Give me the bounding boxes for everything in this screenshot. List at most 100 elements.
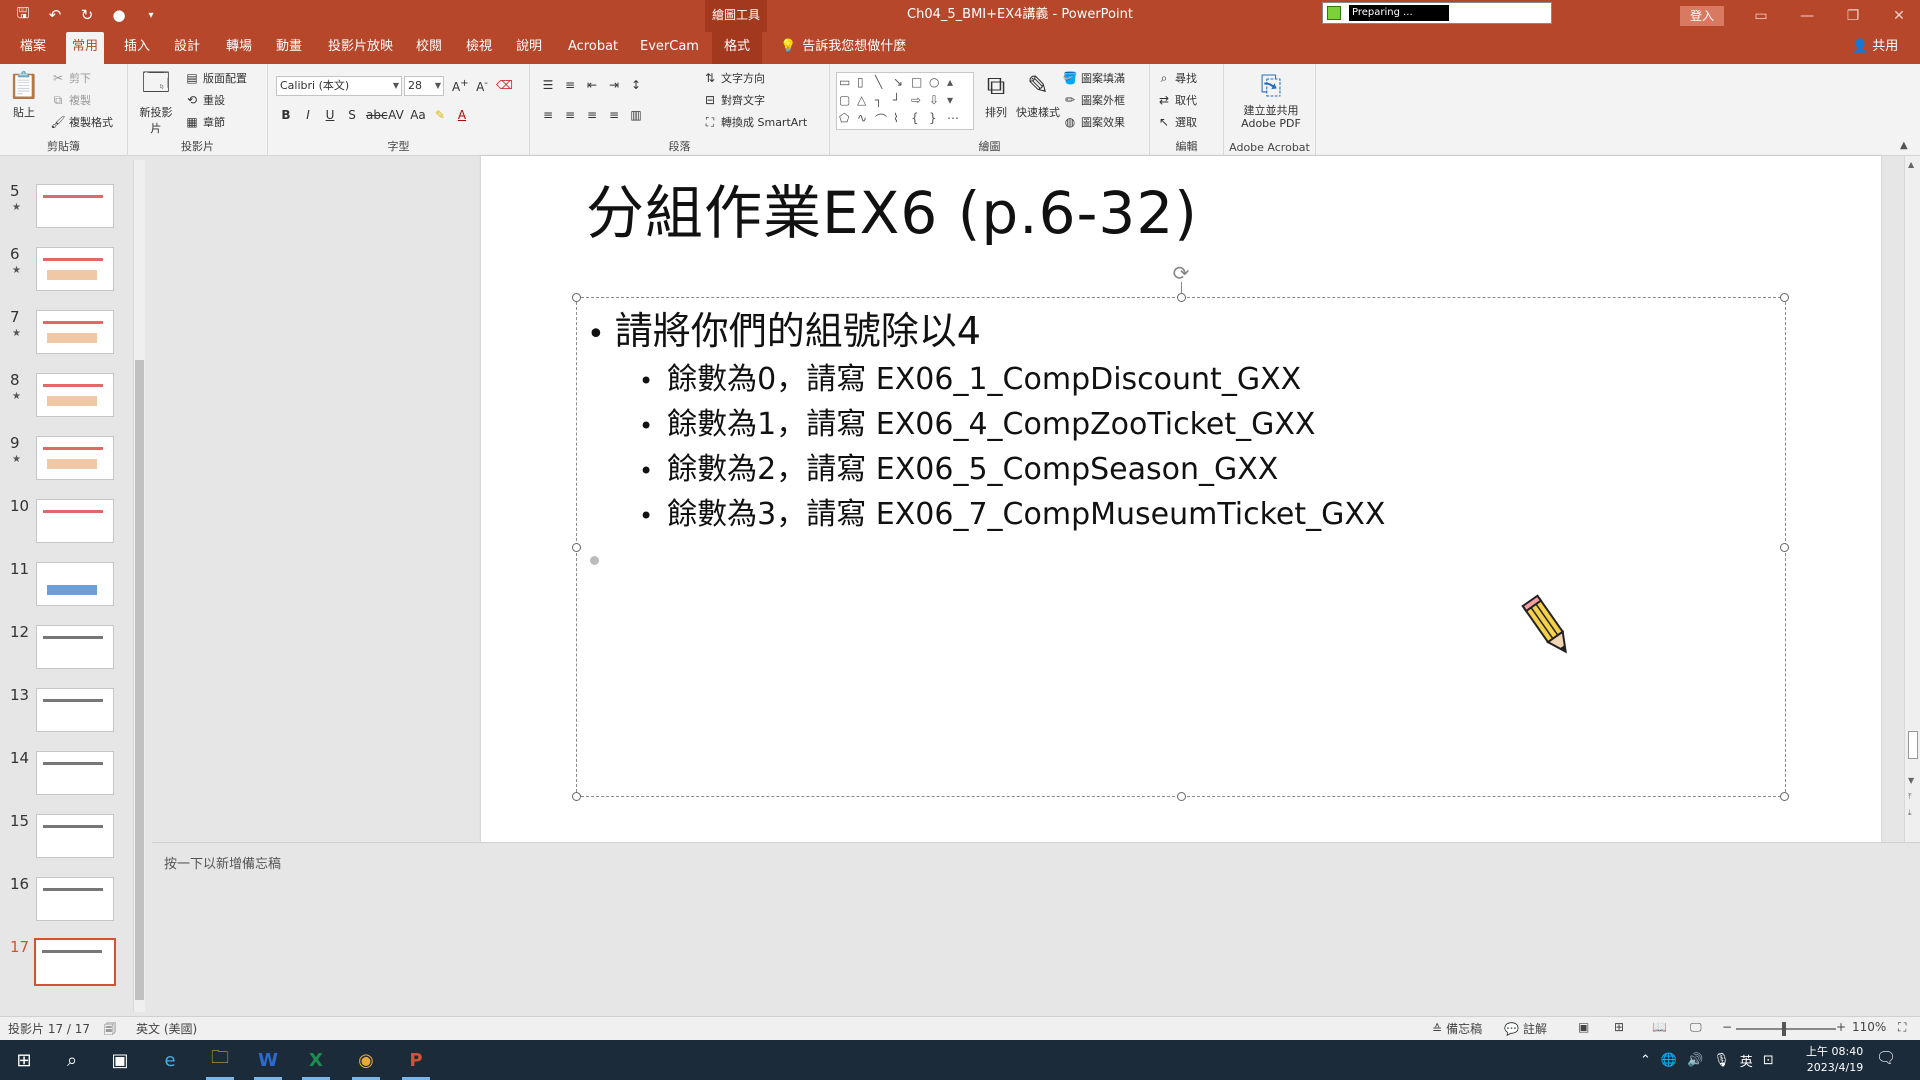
slideshow-view-icon[interactable]: 🖵: [1690, 1020, 1702, 1035]
bullets-icon[interactable]: ☰: [540, 78, 556, 92]
chevron-up-icon[interactable]: ⌃: [1640, 1053, 1651, 1068]
align-center-icon[interactable]: ≡: [562, 108, 578, 122]
shape-outline-button[interactable]: ✏ 圖案外框: [1062, 92, 1125, 108]
select-button[interactable]: ↖ 選取: [1156, 114, 1197, 130]
zoom-slider-track[interactable]: [1736, 1028, 1836, 1030]
vertical-textbox-shape-icon[interactable]: ▯: [857, 75, 875, 93]
cut-button[interactable]: ✂ 剪下: [50, 70, 91, 86]
replace-button[interactable]: ⇄ 取代: [1156, 92, 1197, 108]
volume-icon[interactable]: 🔊: [1687, 1053, 1703, 1068]
paste-button[interactable]: 📋 貼上: [8, 70, 40, 120]
rectangle-shape-icon[interactable]: □: [911, 75, 929, 93]
resize-handle-s[interactable]: [1177, 792, 1186, 801]
tab-design[interactable]: 設計: [168, 32, 206, 64]
zoom-slider-knob[interactable]: [1782, 1022, 1786, 1036]
customize-qat-icon[interactable]: ▾: [140, 4, 162, 26]
login-button[interactable]: 登入: [1680, 6, 1724, 26]
powerpoint-icon[interactable]: P: [392, 1040, 440, 1080]
content-textbox[interactable]: ⟳ • 請將你們的組號除以4 • 餘數為0，請寫 EX06_1_CompDisc…: [572, 262, 1789, 801]
pentagon-shape-icon[interactable]: ⬠: [839, 111, 857, 129]
minimize-icon[interactable]: —: [1784, 0, 1830, 32]
tab-evercam[interactable]: EverCam: [634, 32, 705, 64]
layout-button[interactable]: ▤ 版面配置: [184, 70, 247, 86]
resize-handle-w[interactable]: [572, 543, 581, 552]
file-explorer-icon[interactable]: 🗀: [196, 1040, 244, 1080]
thumbnail-slide-15[interactable]: 15: [0, 812, 140, 862]
find-button[interactable]: ⌕ 尋找: [1156, 70, 1197, 86]
increase-indent-icon[interactable]: ⇥: [606, 78, 622, 92]
resize-handle-nw[interactable]: [572, 293, 581, 302]
clock[interactable]: 上午 08:40 2023/4/19: [1806, 1044, 1863, 1076]
scroll-up-icon[interactable]: ▲: [1908, 160, 1914, 169]
excel-icon[interactable]: X: [292, 1040, 340, 1080]
quick-styles-button[interactable]: ✎ 快速樣式: [1016, 70, 1060, 120]
gallery-scroll-up-icon[interactable]: ▴: [947, 75, 965, 93]
slide-title[interactable]: 分組作業EX6 (p.6-32): [586, 166, 1198, 250]
copy-button[interactable]: ⧉ 複製: [50, 92, 91, 108]
change-case-icon[interactable]: Aa: [410, 108, 426, 122]
smartart-button[interactable]: ⛶ 轉換成 SmartArt: [702, 114, 807, 130]
grow-font-icon[interactable]: A+: [452, 78, 469, 94]
down-arrow-shape-icon[interactable]: ⇩: [929, 93, 947, 111]
strikethrough-icon[interactable]: abc: [366, 108, 388, 122]
next-slide-icon[interactable]: ⤓: [1908, 808, 1912, 818]
slide-scrollbar[interactable]: ▲ ▼ ⤒ ⤓: [1904, 156, 1920, 842]
tab-review[interactable]: 校閱: [410, 32, 448, 64]
comments-button[interactable]: 💬 註解: [1504, 1020, 1547, 1037]
font-size-combo[interactable]: 28 ▼: [404, 76, 444, 96]
numbering-icon[interactable]: ≡: [562, 78, 578, 92]
microphone-icon[interactable]: 🎙: [1713, 1053, 1730, 1068]
chrome-icon[interactable]: ◉: [342, 1040, 390, 1080]
tab-insert[interactable]: 插入: [118, 32, 156, 64]
zoom-level[interactable]: 110%: [1852, 1020, 1886, 1034]
line-shape-icon[interactable]: ╲: [875, 75, 893, 93]
left-brace-shape-icon[interactable]: {: [911, 111, 929, 129]
fit-to-window-icon[interactable]: ⛶: [1898, 1020, 1906, 1035]
normal-view-icon[interactable]: ▣: [1578, 1020, 1589, 1034]
slide-sorter-icon[interactable]: ⊞: [1614, 1020, 1624, 1034]
underline-icon[interactable]: U: [322, 108, 338, 122]
textbox-shape-icon[interactable]: ▭: [839, 75, 857, 93]
elbow-connector-shape-icon[interactable]: ┐: [875, 93, 893, 111]
shape-fill-button[interactable]: 🪣 圖案填滿: [1062, 70, 1125, 86]
previous-slide-icon[interactable]: ⤒: [1908, 792, 1912, 802]
network-icon[interactable]: 🌐: [1661, 1053, 1677, 1068]
spellcheck-icon[interactable]: 🗐: [104, 1020, 116, 1041]
thumbnail-slide-6[interactable]: 6 ★: [0, 245, 140, 295]
triangle-shape-icon[interactable]: △: [857, 93, 875, 111]
tab-animations[interactable]: 動畫: [270, 32, 308, 64]
collapse-ribbon-icon[interactable]: ▲: [1900, 140, 1908, 151]
resize-handle-sw[interactable]: [572, 792, 581, 801]
edge-browser-icon[interactable]: e: [146, 1040, 194, 1080]
redo-icon[interactable]: ↻: [76, 4, 98, 26]
arrange-button[interactable]: ⧉ 排列: [980, 70, 1012, 120]
zoom-out-icon[interactable]: −: [1722, 1020, 1732, 1034]
section-button[interactable]: ▦ 章節: [184, 114, 225, 130]
windows-start-icon[interactable]: ⊞: [0, 1040, 48, 1080]
align-right-icon[interactable]: ≡: [584, 108, 600, 122]
slide[interactable]: 分組作業EX6 (p.6-32) ⟳ • 請將你們的組號除以4 • 餘數為0，請…: [481, 156, 1881, 842]
share-button[interactable]: 👤 共用: [1852, 32, 1898, 62]
tab-view[interactable]: 檢視: [460, 32, 498, 64]
ribbon-display-options-icon[interactable]: ▭: [1738, 0, 1784, 32]
resize-handle-ne[interactable]: [1780, 293, 1789, 302]
tell-me-box[interactable]: 💡 告訴我您想做什麼: [780, 32, 906, 62]
tab-help[interactable]: 說明: [510, 32, 548, 64]
columns-icon[interactable]: ▥: [628, 108, 644, 122]
font-color-icon[interactable]: A: [454, 108, 470, 122]
tab-slideshow[interactable]: 投影片放映: [322, 32, 399, 64]
rotate-handle-icon[interactable]: ⟳: [1170, 262, 1192, 284]
word-icon[interactable]: W: [244, 1040, 292, 1080]
right-arrow-shape-icon[interactable]: ⇨: [911, 93, 929, 111]
shape-effects-button[interactable]: ◍ 圖案效果: [1062, 114, 1125, 130]
italic-icon[interactable]: I: [300, 108, 316, 122]
text-direction-button[interactable]: ⇅ 文字方向: [702, 70, 765, 86]
thumbnail-slide-12[interactable]: 12: [0, 623, 140, 673]
create-share-pdf-button[interactable]: ⎘ 建立並共用 Adobe PDF: [1238, 70, 1304, 131]
tab-acrobat[interactable]: Acrobat: [562, 32, 624, 64]
clear-formatting-icon[interactable]: ⌫: [496, 78, 513, 94]
thumbnail-slide-8[interactable]: 8 ★: [0, 371, 140, 421]
notes-pane[interactable]: 按一下以新增備忘稿: [152, 842, 1920, 1016]
arrow-line-shape-icon[interactable]: ↘: [893, 75, 911, 93]
reading-view-icon[interactable]: 📖: [1652, 1020, 1667, 1034]
